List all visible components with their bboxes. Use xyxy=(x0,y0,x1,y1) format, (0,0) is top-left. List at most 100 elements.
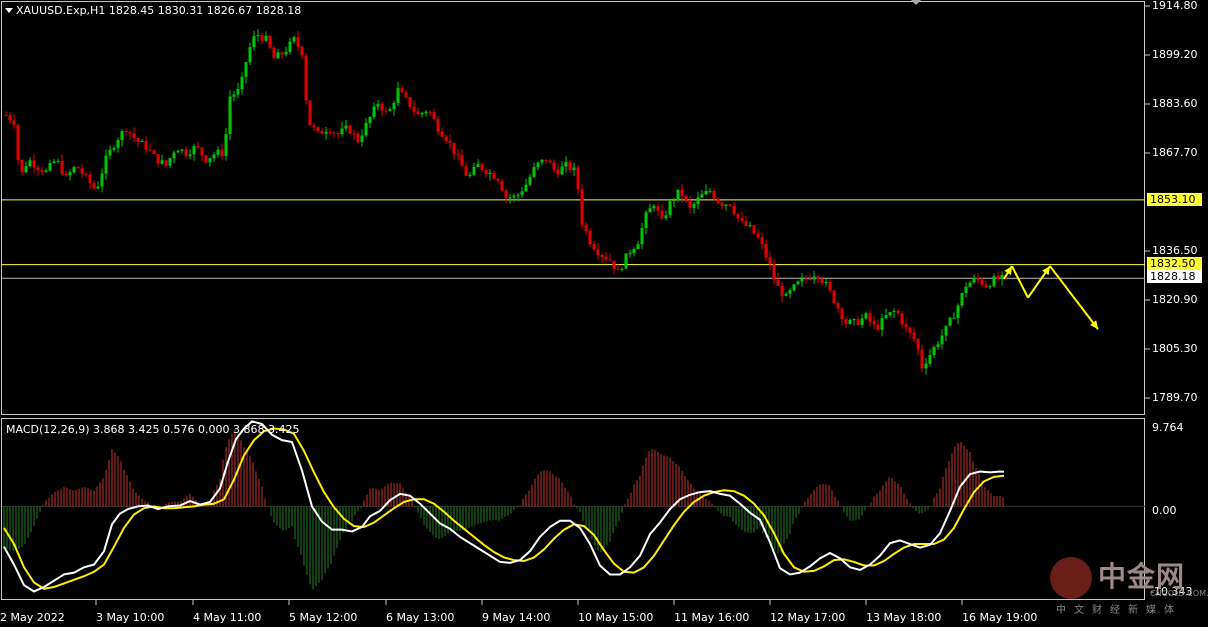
dropdown-triangle-icon[interactable] xyxy=(5,8,13,13)
candle-bull xyxy=(860,318,864,325)
candle-bull xyxy=(620,268,624,270)
price-tick: 1867.70 xyxy=(1152,146,1198,159)
candle-bear xyxy=(764,243,768,258)
candle-bear xyxy=(148,149,152,151)
candle-bear xyxy=(716,198,720,203)
candle-bull xyxy=(236,89,240,95)
candle-bull xyxy=(632,249,636,254)
candle-bear xyxy=(76,166,80,169)
candle-bull xyxy=(560,166,564,175)
candle-bear xyxy=(552,162,556,170)
time-label: 2 May 2022 xyxy=(0,611,65,624)
price-tick: 1836.50 xyxy=(1152,244,1198,257)
candle-bear xyxy=(204,155,208,163)
candle-bear xyxy=(980,279,984,285)
candle-bear xyxy=(600,254,604,257)
candle-bear xyxy=(8,115,12,121)
candle-bear xyxy=(732,205,736,215)
candle-bull xyxy=(748,225,752,227)
candle-bear xyxy=(816,276,820,279)
candle-bull xyxy=(276,52,280,59)
candle-bear xyxy=(80,168,84,174)
candle-bear xyxy=(752,225,756,234)
candle-bull xyxy=(708,190,712,192)
candle-bull xyxy=(524,184,528,192)
candle-bull xyxy=(472,167,476,175)
candle-bear xyxy=(828,281,832,291)
candle-bull xyxy=(240,76,244,90)
candle-bear xyxy=(20,159,24,173)
candle-bull xyxy=(72,166,76,173)
candle-bull xyxy=(28,160,32,167)
candle-bull xyxy=(376,103,380,107)
candle-bear xyxy=(300,46,304,56)
candle-bull xyxy=(572,167,576,171)
candle-bull xyxy=(624,253,628,269)
candle-bull xyxy=(248,47,252,63)
candle-bear xyxy=(272,47,276,59)
candle-bull xyxy=(288,41,292,52)
candle-bull xyxy=(172,152,176,159)
candle-bull xyxy=(880,318,884,330)
current-price-label: 1828.18 xyxy=(1147,270,1202,283)
candle-bear xyxy=(920,349,924,369)
candle-bull xyxy=(644,212,648,228)
candle-bull xyxy=(924,363,928,369)
candle-bull xyxy=(360,135,364,143)
candle-bear xyxy=(496,178,500,181)
candle-bear xyxy=(580,189,584,225)
candle-bear xyxy=(164,160,168,166)
candle-bear xyxy=(712,190,716,199)
candle-bear xyxy=(744,220,748,226)
candle-bear xyxy=(820,278,824,284)
candle-bull xyxy=(972,277,976,283)
candle-bull xyxy=(1000,274,1004,279)
candle-bull xyxy=(160,160,164,164)
candle-bear xyxy=(808,278,812,280)
candle-bear xyxy=(436,118,440,132)
candle-bull xyxy=(100,173,104,187)
candle-bear xyxy=(36,167,40,170)
candle-bull xyxy=(56,160,60,162)
candle-bull xyxy=(988,286,992,288)
candle-bear xyxy=(156,154,160,164)
candle-bull xyxy=(948,317,952,326)
candle-bear xyxy=(332,132,336,134)
symbol-title: XAUUSD.Exp,H1 1828.45 1830.31 1826.67 18… xyxy=(16,4,302,17)
candle-bear xyxy=(916,339,920,350)
candle-bear xyxy=(772,264,776,280)
candle-bull xyxy=(932,346,936,356)
candle-bear xyxy=(896,310,900,314)
candle-bull xyxy=(224,134,228,156)
candle-bear xyxy=(584,224,588,231)
candle-bull xyxy=(140,141,144,143)
candle-bear xyxy=(456,154,460,156)
candle-bear xyxy=(132,133,136,139)
candle-bear xyxy=(740,218,744,221)
candle-bear xyxy=(348,125,352,134)
candle-bull xyxy=(68,172,72,176)
candle-bear xyxy=(60,160,64,174)
candle-bull xyxy=(424,111,428,113)
candle-bear xyxy=(720,202,724,206)
candle-bear xyxy=(804,278,808,280)
candle-bull xyxy=(648,208,652,213)
candle-bear xyxy=(268,35,272,48)
candle-bull xyxy=(96,186,100,189)
candle-bull xyxy=(516,194,520,196)
candle-bull xyxy=(792,284,796,291)
candle-bull xyxy=(252,36,256,48)
candle-bull xyxy=(944,325,948,336)
candle-bull xyxy=(928,355,932,364)
candle-bear xyxy=(908,327,912,333)
candle-bear xyxy=(200,147,204,156)
candle-bear xyxy=(832,290,836,304)
candle-bull xyxy=(960,293,964,306)
candle-bear xyxy=(152,150,156,155)
macd-tick: 0.00 xyxy=(1152,504,1177,517)
candle-bull xyxy=(956,305,960,318)
candle-bear xyxy=(480,164,484,171)
candle-bear xyxy=(92,183,96,189)
candle-bear xyxy=(196,146,200,148)
candle-bull xyxy=(532,167,536,177)
